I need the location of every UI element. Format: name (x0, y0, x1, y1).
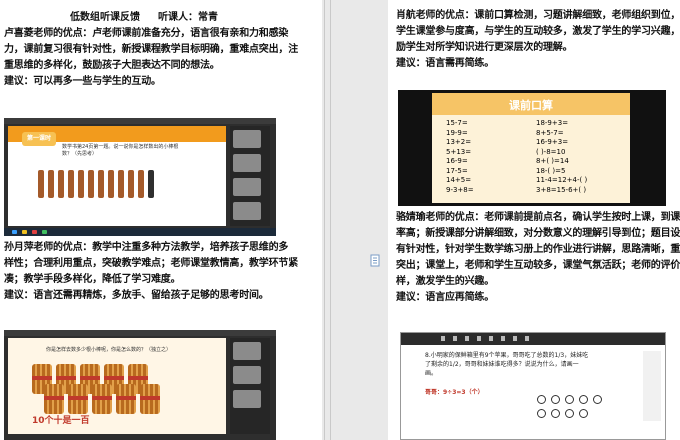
sums-right: 18-9+3= 8+5-7= 16-9+3= ( )-8=10 8+( )=14… (536, 119, 588, 194)
document-icon[interactable] (368, 254, 382, 268)
slide-2: 你是怎样去数多少根小棒呢，你是怎么数的？（独立之） 10个十是一百 (8, 338, 226, 434)
suggestion-1: 建议：可以再多一些与学生的互动。 (4, 76, 161, 87)
problem-text: 8.小明家的保鲜箱里有9个苹果，哥哥吃了总数的1/3，妹妹吃 了剩余的1/2，哥… (425, 352, 589, 377)
video-tile (233, 202, 261, 220)
video-tile (233, 154, 261, 172)
right-page: 肖航老师的优点：课前口算检测，习题讲解细致，老师组织到位， 学生课堂参与度高，与… (388, 0, 680, 440)
arithmetic-slide-screenshot: 课前口算 15-7= 19-9= 13+2= 5+13= 16-9= 17-5=… (398, 90, 666, 206)
feedback-paragraph-1: 卢喜菱老师的优点：卢老师课前准备充分，语言很有亲和力和感染 力，课前复习很有针对… (4, 26, 298, 90)
video-tile (233, 178, 261, 196)
slide-title: 课前口算 (509, 99, 553, 112)
slide-2-caption: 10个十是一百 (32, 416, 90, 426)
video-tile (233, 390, 261, 408)
listener-label: 听课人：常青 (158, 12, 218, 23)
stick-bundle (38, 170, 44, 198)
lesson-screenshot-1: 第一课时 数学书第24页第一题。说一说你是怎样数出的小棒根数？（先思考） (4, 118, 276, 236)
video-panel (230, 126, 270, 226)
video-tile (233, 130, 261, 148)
sums-left: 15-7= 19-9= 13+2= 5+13= 16-9= 17-5= 14+5… (446, 119, 474, 194)
suggestion-2: 建议：语言还需再精炼，多放手、留给孩子足够的思考时间。 (4, 290, 269, 301)
feedback-paragraph-2: 孙月萍老师的优点：教学中注重多种方法教学，培养孩子思维的多 样性；合理利用重点，… (4, 240, 298, 304)
arithmetic-slide: 课前口算 15-7= 19-9= 13+2= 5+13= 16-9= 17-5=… (432, 93, 630, 203)
suggestion-3: 建议：语言需再简练。 (396, 58, 494, 69)
video-panel (230, 338, 270, 434)
left-page: 低数组听课反馈 听课人：常青 卢喜菱老师的优点：卢老师课前准备充分，语言很有亲和力… (0, 0, 322, 440)
slide-1: 第一课时 数学书第24页第一题。说一说你是怎样数出的小棒根数？（先思考） (8, 126, 226, 226)
lesson-screenshot-2: 你是怎样去数多少根小棒呢，你是怎么数的？（独立之） 10个十是一百 (4, 330, 276, 440)
video-tile (233, 366, 261, 384)
slide-1-text: 数学书第24页第一题。说一说你是怎样数出的小棒根数？（先思考） (62, 144, 179, 157)
slide-2-question: 你是怎样去数多少根小棒呢，你是怎么数的？（独立之） (46, 347, 172, 353)
video-tile (233, 342, 261, 360)
lesson-tag: 第一课时 (22, 132, 56, 146)
answer-text: 哥哥：9÷3=3（个） (425, 389, 484, 396)
toolbar (401, 333, 665, 345)
page-gutter (322, 0, 388, 440)
taskbar (4, 228, 276, 236)
feedback-paragraph-4: 骆婧瑜老师的优点：老师课前提前点名，确认学生按时上课，到课 率高；新授课部分讲解… (396, 210, 680, 306)
side-panel (643, 351, 661, 421)
page-title: 低数组听课反馈 听课人：常青 (70, 12, 218, 23)
fraction-problem-screenshot: 8.小明家的保鲜箱里有9个苹果，哥哥吃了总数的1/3，妹妹吃 了剩余的1/2，哥… (400, 332, 666, 440)
suggestion-4: 建议：语言应再简练。 (396, 292, 494, 303)
feedback-paragraph-3: 肖航老师的优点：课前口算检测，习题讲解细致，老师组织到位， 学生课堂参与度高，与… (396, 8, 680, 72)
apple-drawing (537, 395, 546, 404)
